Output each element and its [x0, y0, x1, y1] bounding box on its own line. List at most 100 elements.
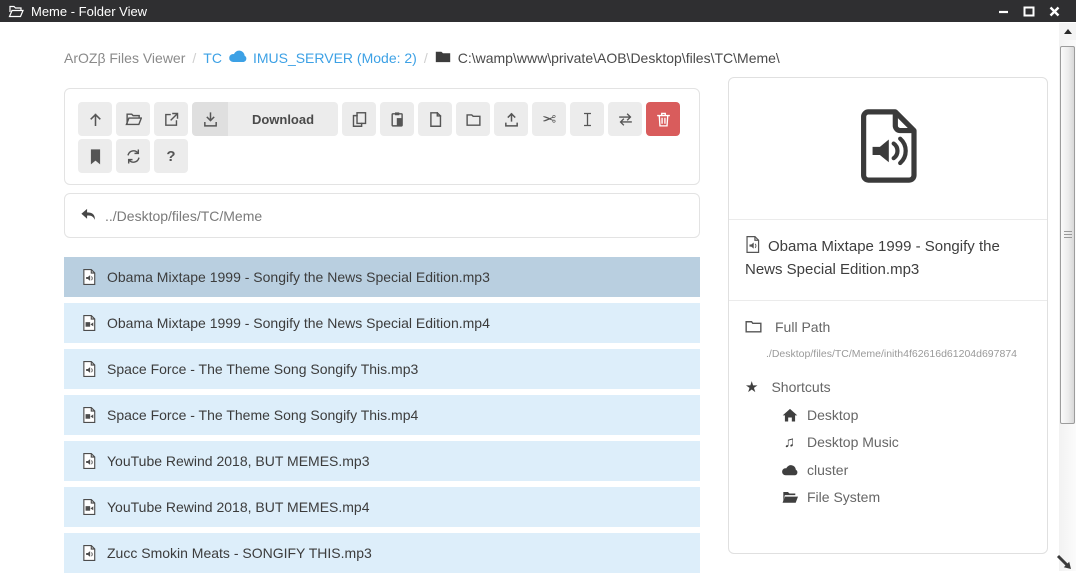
shortcut-item[interactable]: File System	[781, 489, 1031, 505]
new-folder-button[interactable]	[456, 102, 490, 136]
file-row[interactable]: YouTube Rewind 2018, BUT MEMES.mp4	[64, 487, 700, 527]
toolbar-row-1: Download ✂	[78, 102, 686, 136]
open-button[interactable]	[116, 102, 150, 136]
folder-open-icon	[8, 4, 24, 18]
maximize-button[interactable]	[1023, 6, 1035, 17]
paste-icon	[389, 111, 406, 128]
breadcrumb: ArOZβ Files Viewer / TC IMUS_SERVER (Mod…	[64, 49, 780, 66]
file-preview	[729, 78, 1047, 220]
i-beam-icon	[579, 111, 596, 128]
audio-file-icon	[82, 269, 96, 285]
file-row[interactable]: Obama Mixtape 1999 - Songify the News Sp…	[64, 257, 700, 297]
rename-button[interactable]	[570, 102, 604, 136]
window-title: Meme - Folder View	[31, 4, 147, 19]
window-controls	[998, 6, 1068, 17]
help-button[interactable]: ?	[154, 139, 188, 173]
exchange-icon	[617, 111, 634, 128]
shortcuts-label: Shortcuts	[771, 379, 830, 395]
upload-button[interactable]	[494, 102, 528, 136]
shortcut-label: File System	[807, 489, 880, 505]
breadcrumb-separator: /	[192, 50, 196, 66]
reply-arrow-icon	[80, 207, 97, 225]
file-row[interactable]: Obama Mixtape 1999 - Songify the News Sp…	[64, 303, 700, 343]
shortcut-label: Desktop	[807, 407, 858, 423]
arrow-up-icon	[87, 111, 104, 128]
shortcut-item[interactable]: Desktop	[781, 407, 1031, 423]
file-row[interactable]: Space Force - The Theme Song Songify Thi…	[64, 349, 700, 389]
breadcrumb-vroot: TC	[203, 50, 222, 66]
new-folder-icon	[465, 111, 482, 128]
file-name: Zucc Smokin Meats - SONGIFY THIS.mp3	[107, 545, 372, 561]
audio-file-icon	[82, 453, 96, 469]
bookmark-button[interactable]	[78, 139, 112, 173]
bookmark-icon	[87, 148, 104, 165]
audio-file-icon	[82, 361, 96, 377]
video-file-icon	[82, 315, 96, 331]
star-icon: ★	[745, 378, 758, 396]
trash-icon	[655, 111, 672, 128]
delete-button[interactable]	[646, 102, 680, 136]
file-row[interactable]: Zucc Smokin Meats - SONGIFY THIS.mp3	[64, 533, 700, 573]
video-file-icon	[82, 407, 96, 423]
refresh-button[interactable]	[116, 139, 150, 173]
go-up-button[interactable]	[78, 102, 112, 136]
minimize-button[interactable]	[998, 6, 1009, 16]
new-file-button[interactable]	[418, 102, 452, 136]
selected-file-name: Obama Mixtape 1999 - Songify the News Sp…	[729, 220, 1047, 301]
path-bar-text: ../Desktop/files/TC/Meme	[105, 208, 262, 224]
scrollbar-thumb[interactable]	[1060, 46, 1075, 424]
refresh-icon	[125, 148, 142, 165]
toolbar: Download ✂ ?	[64, 88, 700, 185]
scrollbar-grip	[1064, 231, 1072, 240]
shortcut-label: Desktop Music	[807, 434, 899, 450]
new-file-icon	[427, 111, 444, 128]
vertical-scrollbar[interactable]	[1059, 23, 1076, 571]
download-icon	[192, 102, 228, 136]
cloud-icon	[781, 464, 798, 476]
folder-open-icon	[125, 111, 142, 128]
file-name: Space Force - The Theme Song Songify Thi…	[107, 361, 418, 377]
file-properties-panel: Obama Mixtape 1999 - Songify the News Sp…	[728, 77, 1048, 554]
full-path-value: ./Desktop/files/TC/Meme/inith4f62616d612…	[766, 348, 1054, 360]
audio-file-large-icon	[855, 107, 921, 190]
video-file-icon	[82, 499, 96, 515]
upload-icon	[503, 111, 520, 128]
scissors-icon: ✂	[542, 111, 556, 128]
toolbar-row-2: ?	[78, 139, 686, 173]
shortcut-list: Desktop ♫ Desktop Music cluster File System	[745, 407, 1031, 505]
open-new-window-button[interactable]	[154, 102, 188, 136]
copy-icon	[351, 111, 368, 128]
download-button[interactable]: Download	[192, 102, 338, 136]
file-details: Full Path ./Desktop/files/TC/Meme/inith4…	[729, 301, 1047, 523]
breadcrumb-app[interactable]: ArOZβ Files Viewer	[64, 50, 185, 66]
folder-open-filled-icon	[781, 490, 798, 504]
cut-button[interactable]: ✂	[532, 102, 566, 136]
file-row[interactable]: YouTube Rewind 2018, BUT MEMES.mp3	[64, 441, 700, 481]
breadcrumb-separator: /	[424, 50, 428, 66]
window-resize-handle[interactable]	[1055, 553, 1074, 577]
file-name: Space Force - The Theme Song Songify Thi…	[107, 407, 418, 423]
close-button[interactable]	[1049, 6, 1060, 17]
folder-outline-icon	[745, 319, 762, 336]
full-path-label: Full Path	[775, 319, 830, 335]
scrollbar-up-arrow[interactable]	[1059, 23, 1076, 40]
help-icon: ?	[166, 148, 175, 165]
paste-button[interactable]	[380, 102, 414, 136]
copy-button[interactable]	[342, 102, 376, 136]
home-icon	[781, 408, 798, 422]
music-icon: ♫	[781, 434, 798, 451]
breadcrumb-host[interactable]: TC IMUS_SERVER (Mode: 2)	[203, 49, 417, 66]
file-name: Obama Mixtape 1999 - Songify the News Sp…	[107, 269, 490, 285]
move-button[interactable]	[608, 102, 642, 136]
shortcut-label: cluster	[807, 462, 848, 478]
cloud-icon	[228, 49, 247, 66]
external-link-icon	[163, 111, 180, 128]
path-bar[interactable]: ../Desktop/files/TC/Meme	[64, 193, 700, 238]
titlebar: Meme - Folder View	[0, 0, 1076, 22]
folder-icon	[435, 50, 451, 66]
audio-file-icon	[82, 545, 96, 561]
file-row[interactable]: Space Force - The Theme Song Songify Thi…	[64, 395, 700, 435]
shortcut-item[interactable]: ♫ Desktop Music	[781, 434, 1031, 451]
file-list: Obama Mixtape 1999 - Songify the News Sp…	[64, 257, 700, 578]
shortcut-item[interactable]: cluster	[781, 462, 1031, 478]
